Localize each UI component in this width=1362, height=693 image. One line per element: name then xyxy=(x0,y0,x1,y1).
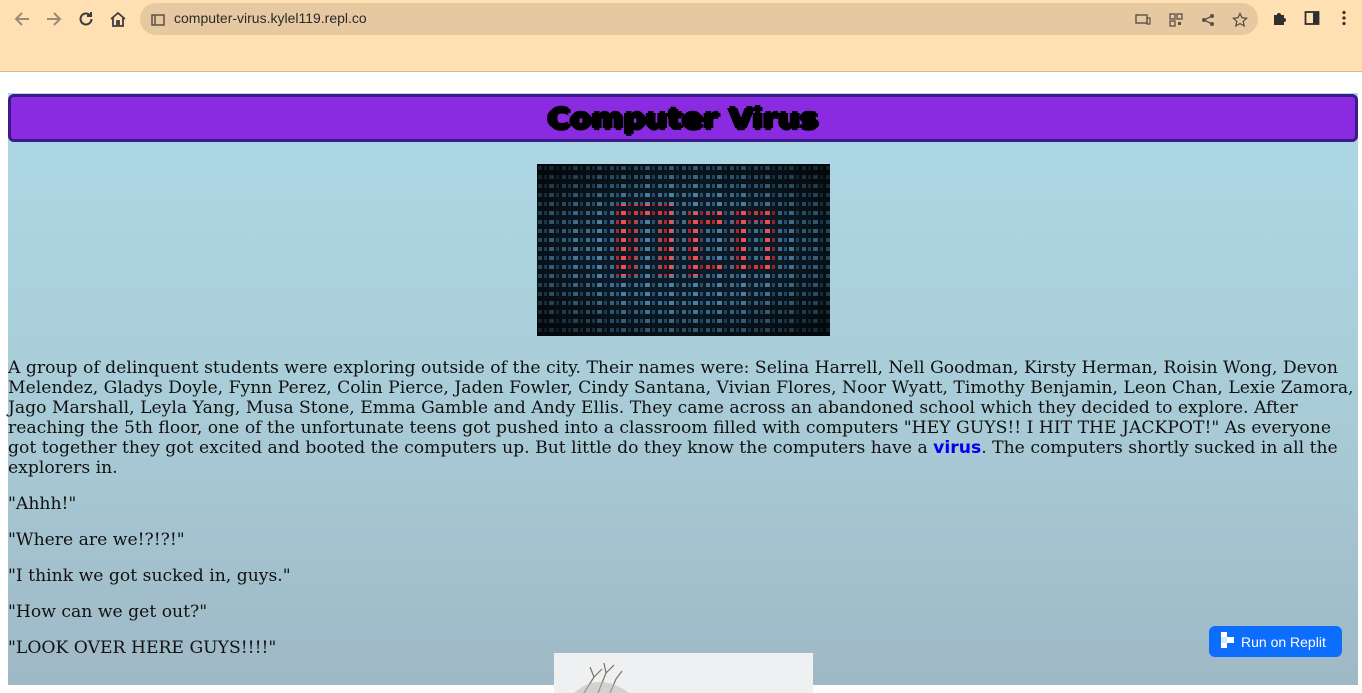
cast-icon[interactable] xyxy=(1134,11,1152,29)
intro-paragraph: A group of delinquent students were expl… xyxy=(8,358,1358,478)
run-on-replit-button[interactable]: Run on Replit xyxy=(1209,626,1342,657)
side-panel-icon[interactable] xyxy=(1302,8,1322,28)
dialogue-line: "Ahhh!" xyxy=(8,494,77,514)
replit-logo-icon xyxy=(1221,632,1235,651)
virus-code-image xyxy=(537,164,830,336)
back-arrow-icon[interactable] xyxy=(9,6,35,32)
dialogue-line: "Where are we!?!?!" xyxy=(8,530,185,550)
browser-toolbar: computer-virus.kylel119.repl.co xyxy=(0,0,1362,72)
replit-button-label: Run on Replit xyxy=(1241,633,1326,650)
virus-link[interactable]: virus xyxy=(933,438,981,458)
address-bar[interactable]: computer-virus.kylel119.repl.co xyxy=(140,3,1258,35)
menu-icon[interactable] xyxy=(1334,8,1354,28)
title-banner: Computer Virus xyxy=(8,94,1358,142)
star-icon[interactable] xyxy=(1231,11,1249,29)
school-image xyxy=(554,653,813,693)
story-text: A group of delinquent students were expl… xyxy=(8,358,1358,674)
home-icon[interactable] xyxy=(105,6,131,32)
extensions-icon[interactable] xyxy=(1270,8,1290,28)
forward-arrow-icon[interactable] xyxy=(41,6,67,32)
page-title: Computer Virus xyxy=(547,101,819,135)
dialogue-line: "How can we get out?" xyxy=(8,602,208,622)
url-text: computer-virus.kylel119.repl.co xyxy=(174,10,367,26)
dialogue-line: "I think we got sucked in, guys." xyxy=(8,566,291,586)
site-info-icon[interactable] xyxy=(151,12,165,31)
share-icon[interactable] xyxy=(1199,11,1217,29)
reload-icon[interactable] xyxy=(73,6,99,32)
page-body: Computer Virus A group of delinquent stu… xyxy=(8,93,1358,693)
qr-icon[interactable] xyxy=(1167,11,1185,29)
